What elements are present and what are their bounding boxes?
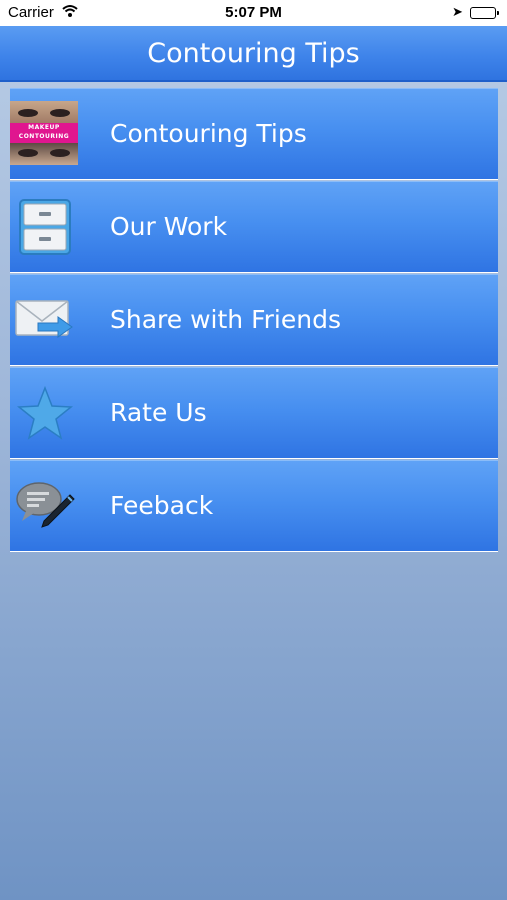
page-title: Contouring Tips — [147, 37, 360, 69]
thumbnail-line2: CONTOURING — [18, 133, 70, 140]
mail-share-icon — [12, 287, 78, 353]
star-icon — [12, 380, 78, 446]
thumbnail-banner: MAKEUP CONTOURING — [10, 123, 78, 143]
cabinet-icon — [12, 194, 78, 260]
menu-item-rate-us[interactable]: Rate Us — [10, 367, 498, 458]
thumbnail-line1: MAKEUP — [28, 124, 60, 131]
menu-item-our-work[interactable]: Our Work — [10, 181, 498, 272]
menu-item-label: Share with Friends — [110, 305, 341, 334]
chat-pen-icon — [12, 473, 78, 539]
menu-item-label: Rate Us — [110, 398, 207, 427]
menu-item-share-with-friends[interactable]: Share with Friends — [10, 274, 498, 365]
menu-list: MAKEUP CONTOURING Contouring Tips Our Wo… — [10, 88, 498, 553]
battery-icon — [470, 7, 499, 19]
makeup-thumbnail-icon: MAKEUP CONTOURING — [10, 101, 78, 165]
location-arrow-icon: ➤ — [452, 4, 463, 19]
menu-item-label: Feeback — [110, 491, 214, 520]
menu-item-label: Our Work — [110, 212, 228, 241]
menu-item-label: Contouring Tips — [110, 119, 307, 148]
menu-item-feedback[interactable]: Feeback — [10, 460, 498, 551]
navigation-bar: Contouring Tips — [0, 26, 507, 82]
status-bar: Carrier 5:07 PM ➤ — [0, 0, 507, 26]
clock: 5:07 PM — [225, 4, 282, 21]
menu-item-contouring-tips[interactable]: MAKEUP CONTOURING Contouring Tips — [10, 88, 498, 179]
